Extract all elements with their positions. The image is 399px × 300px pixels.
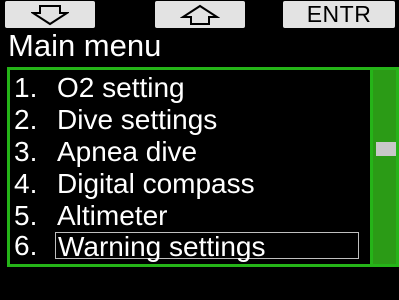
menu-scrollbar[interactable] [373,67,399,267]
menu-item-digital-compass[interactable]: 4. Digital compass [10,168,370,200]
menu-list: 1. O2 setting 2. Dive settings 3. Apnea … [7,67,373,267]
menu-item-number: 5. [14,200,38,231]
menu-item-warning-settings[interactable]: 6. Warning settings [10,230,370,262]
menu-item-label: O2 setting [57,72,185,103]
arrow-down-outline-icon [31,4,69,25]
menu-item-number: 2. [14,104,38,135]
menu-item-number: 1. [14,72,38,103]
menu-item-label: Digital compass [57,168,255,199]
menu-item-number: 3. [14,136,38,167]
menu-item-label-selected: Warning settings [55,232,359,261]
menu-item-label: Dive settings [57,104,218,135]
menu-item-o2-setting[interactable]: 1. O2 setting [10,72,370,104]
page-title: Main menu [8,28,162,63]
up-softkey[interactable] [155,1,245,28]
menu-item-number: 4. [14,168,38,199]
menu-item-label: Altimeter [57,200,168,231]
scrollbar-thumb[interactable] [376,142,396,156]
menu-item-label: Apnea dive [57,136,198,167]
menu-item-dive-settings[interactable]: 2. Dive settings [10,104,370,136]
arrow-up-outline-icon [180,4,220,25]
dive-computer-screen: ENTR Main menu 1. O2 setting 2. Dive set… [0,0,399,300]
down-softkey[interactable] [5,1,95,28]
menu-item-number: 6. [14,230,38,261]
enter-softkey[interactable]: ENTR [283,1,395,28]
enter-softkey-label: ENTR [306,1,372,27]
menu-item-apnea-dive[interactable]: 3. Apnea dive [10,136,370,168]
menu-item-altimeter[interactable]: 5. Altimeter [10,200,370,232]
